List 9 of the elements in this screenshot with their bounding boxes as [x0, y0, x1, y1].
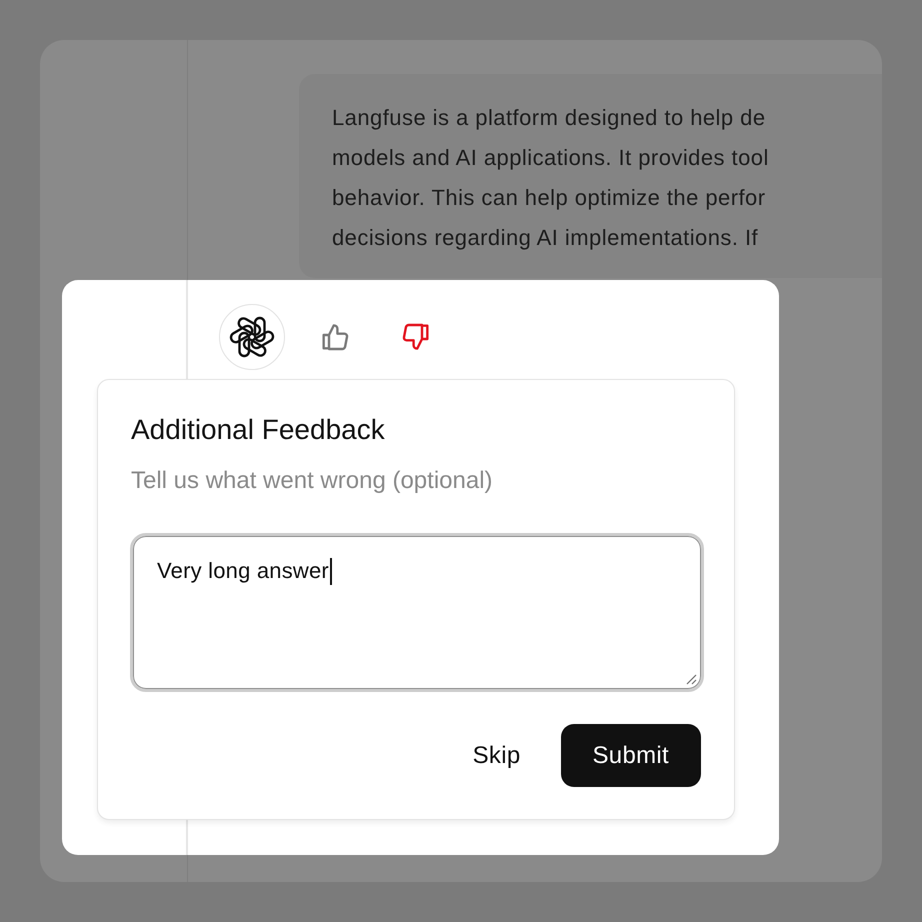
resize-grip-icon[interactable] [686, 674, 697, 685]
dialog-title: Additional Feedback [131, 413, 386, 447]
text-cursor-icon [330, 558, 332, 585]
message-text: Langfuse is a platform designed to help de models and AI applications. It provides tool behavior. This can help optimize the perfor decisions regarding AI implementations. If [332, 104, 769, 252]
feedback-textarea[interactable]: Very long answer [130, 533, 704, 692]
dialog-subtitle: Tell us what went wrong (optional) [131, 466, 494, 496]
avatar-icon [219, 304, 285, 370]
skip-button[interactable]: Skip [454, 724, 538, 787]
submit-button[interactable]: Submit [560, 724, 701, 787]
